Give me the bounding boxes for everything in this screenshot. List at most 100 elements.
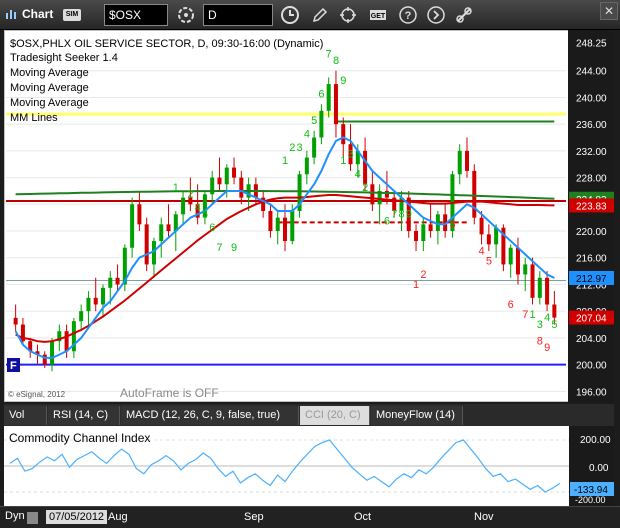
window-title: Chart <box>5 7 53 29</box>
date-axis-bar: Dyn 07/05/2012 Aug Sep Oct Nov <box>0 506 620 528</box>
autoframe-status: AutoFrame is OFF <box>120 386 219 400</box>
svg-text:?: ? <box>405 10 412 22</box>
tab-rsi[interactable]: RSI (14, C) <box>48 406 120 425</box>
candle-body <box>115 277 120 285</box>
month-label-nov: Nov <box>474 511 494 523</box>
link-icon[interactable] <box>454 5 474 25</box>
seeker-count-label: 3 <box>297 142 303 154</box>
seeker-count-label: 5 <box>486 255 492 267</box>
candle-body <box>217 177 222 185</box>
candle-body <box>486 234 491 245</box>
seeker-count-label: 1 <box>413 279 419 291</box>
refresh-cycle-icon[interactable] <box>176 5 196 25</box>
tab-moneyflow[interactable]: MoneyFlow (14) <box>371 406 463 425</box>
candle-body <box>457 150 462 175</box>
month-label-aug: Aug <box>108 511 128 523</box>
seeker-count-label: 2 <box>289 142 295 154</box>
candle-body <box>290 210 295 242</box>
price-chart[interactable]: 124567 912 3456789134267 8 91234567891345 24… <box>4 30 614 402</box>
study-label-ma2: Moving Average <box>10 82 89 94</box>
candle-body <box>232 167 237 178</box>
get-icon[interactable]: GET <box>368 5 388 25</box>
candle-body <box>479 217 484 235</box>
candle-body <box>268 210 273 232</box>
pencil-icon[interactable] <box>310 5 330 25</box>
cci-label-neg200: -200.00 <box>575 495 606 505</box>
chart-icon <box>6 10 16 19</box>
indicator-tabs: Vol RSI (14, C) MACD (12, 26, C, 9, fals… <box>4 404 614 426</box>
seeker-count-label: 9 <box>406 209 412 221</box>
price-tick-label: 232.00 <box>576 147 607 158</box>
candle-body <box>370 184 375 205</box>
close-button[interactable]: ✕ <box>600 2 618 20</box>
copyright: © eSignal, 2012 <box>8 390 66 399</box>
interval-input[interactable]: D <box>203 4 273 26</box>
seeker-count-label: 7 <box>216 242 222 254</box>
seeker-count-label: 4 <box>304 129 310 141</box>
month-label-oct: Oct <box>354 511 372 523</box>
study-label-ma1: Moving Average <box>10 67 89 79</box>
candle-body <box>50 341 55 365</box>
seeker-count-label: 8 <box>333 55 339 67</box>
price-badge-label: 207.04 <box>576 314 607 325</box>
seeker-count-label: 2 <box>420 269 426 281</box>
study-label-seeker: Tradesight Seeker 1.4 <box>10 52 118 64</box>
cci-pane[interactable]: Commodity Channel Index 200.00 0.00 -133… <box>4 426 614 506</box>
price-axis-panel <box>568 30 614 402</box>
candle-body <box>64 331 69 352</box>
study-label-mm: MM Lines <box>10 112 58 124</box>
candle-body <box>384 190 389 198</box>
seeker-count-label: 5 <box>202 209 208 221</box>
candle-body <box>86 297 91 312</box>
candle-body <box>166 224 171 232</box>
seeker-count-label: 9 <box>231 242 237 254</box>
price-badge-label: 223.83 <box>576 201 607 212</box>
candle-body <box>472 170 477 218</box>
seeker-count-label: 3 <box>537 319 543 331</box>
tab-cci[interactable]: CCI (20, C) <box>300 406 370 425</box>
candle-body <box>515 247 520 275</box>
candle-body <box>239 177 244 198</box>
seeker-count-label: 7 <box>522 309 528 321</box>
seeker-count-label: 6 <box>508 299 514 311</box>
candle-body <box>523 264 528 275</box>
candle-body <box>13 317 18 325</box>
seeker-count-label: 9 <box>340 75 346 87</box>
candle-body <box>428 224 433 232</box>
cursor-crosshair-icon[interactable] <box>338 5 358 25</box>
price-tick-label: 196.00 <box>576 387 607 398</box>
price-tick-label: 204.00 <box>576 334 607 345</box>
seeker-count-label: 8 <box>537 336 543 348</box>
help-icon[interactable]: ? <box>398 5 418 25</box>
candle-body <box>144 224 149 265</box>
price-badge-label: 212.97 <box>576 274 607 285</box>
candle-body <box>552 304 557 318</box>
candle-body <box>508 247 513 265</box>
sim-badge: SIM <box>63 9 81 21</box>
candle-body <box>319 110 324 138</box>
cci-label-200: 200.00 <box>580 435 611 446</box>
cci-title: Commodity Channel Index <box>9 431 150 445</box>
candle-body <box>100 287 106 305</box>
chart-toolbar: Chart SIM $OSX D GET ? ✕ <box>0 0 620 30</box>
candle-body <box>326 84 331 111</box>
seeker-count-label: 1 <box>340 155 346 167</box>
chart-header: $OSX,PHLX OIL SERVICE SECTOR, D, 09:30-1… <box>10 38 323 50</box>
candle-body <box>275 217 280 232</box>
seeker-count-label: 4 <box>195 202 201 214</box>
clock-icon[interactable] <box>280 5 300 25</box>
price-tick-label: 220.00 <box>576 227 607 238</box>
marker-f: F <box>10 360 17 372</box>
candle-body <box>414 231 419 242</box>
candle-body <box>545 277 550 305</box>
seeker-count-label: 5 <box>311 115 317 127</box>
chevron-right-icon[interactable] <box>426 5 446 25</box>
tab-macd[interactable]: MACD (12, 26, C, 9, false, true) <box>121 406 299 425</box>
price-tick-label: 236.00 <box>576 120 607 131</box>
candle-body <box>137 204 142 225</box>
cci-label-0: 0.00 <box>589 463 609 474</box>
tab-vol[interactable]: Vol <box>4 406 47 425</box>
symbol-input[interactable]: $OSX <box>104 4 168 26</box>
seeker-count-label: 8 <box>398 209 404 221</box>
candle-body <box>181 197 186 215</box>
